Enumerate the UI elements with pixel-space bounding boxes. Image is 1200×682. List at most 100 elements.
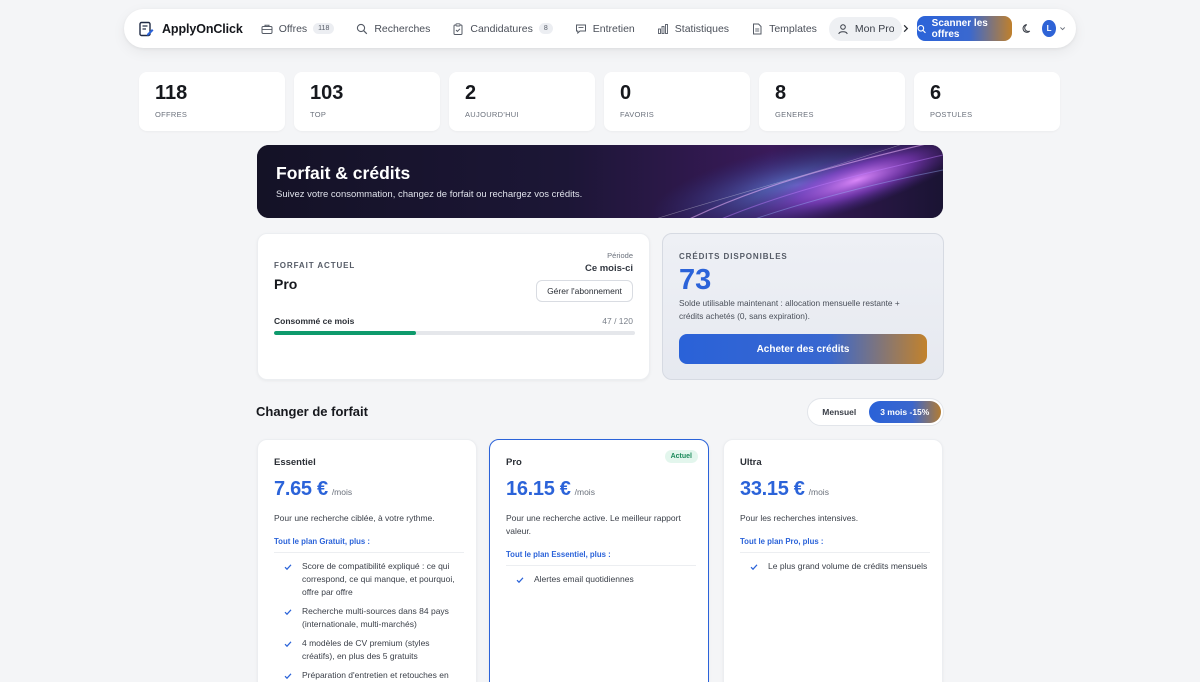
current-plan-card: FORFAIT ACTUEL Pro Période Ce mois-ci Gé… — [257, 233, 650, 380]
billing-quarterly-option[interactable]: 3 mois -15% — [868, 401, 941, 423]
plan-price-amount: 16.15 € — [506, 478, 571, 500]
stat-value: 103 — [310, 82, 344, 104]
stat-label: GENERES — [775, 110, 814, 119]
check-icon — [284, 564, 292, 571]
credits-kicker: CRÉDITS DISPONIBLES — [679, 252, 788, 261]
buy-credits-button[interactable]: Acheter des crédits — [679, 334, 927, 364]
plan-price-amount: 33.15 € — [740, 478, 805, 500]
nav-item-label: Offres — [278, 22, 308, 35]
credits-card: CRÉDITS DISPONIBLES 73 Solde utilisable … — [662, 233, 944, 380]
stat-label: TOP — [310, 110, 327, 119]
status-badge: Actuel — [664, 450, 698, 463]
page-title: Forfait & crédits — [276, 163, 411, 183]
nav-item-label: Statistiques — [674, 22, 730, 35]
stat-value: 0 — [620, 82, 632, 104]
plan-includes: Tout le plan Gratuit, plus : — [274, 537, 464, 553]
list-item: 4 modèles de CV premium (styles créatifs… — [284, 637, 464, 663]
plan-name: Essentiel — [274, 457, 316, 468]
stat-card-top: 103 TOP — [294, 72, 440, 131]
manage-subscription-button[interactable]: Gérer l'abonnement — [536, 280, 633, 302]
plan-price-unit: /mois — [331, 487, 353, 497]
stat-card-favoris: 0 FAVORIS — [604, 72, 750, 131]
billing-monthly-option[interactable]: Mensuel — [810, 401, 869, 423]
check-icon — [284, 609, 292, 616]
bar-chart-icon — [657, 23, 668, 34]
plan-includes: Tout le plan Essentiel, plus : — [506, 550, 696, 566]
consumed-label: Consommé ce mois — [274, 316, 355, 326]
check-icon — [284, 673, 292, 680]
nav-item-label: Recherches — [374, 22, 431, 35]
file-icon — [753, 23, 762, 34]
plan-features: Score de compatibilité expliqué : ce qui… — [284, 560, 464, 682]
plan-description: Pour les recherches intensives. — [740, 513, 859, 523]
list-item: Score de compatibilité expliqué : ce qui… — [284, 560, 464, 599]
nav-item-label: Mon Profil — [854, 22, 895, 35]
plan-card-ultra[interactable]: Ultra 33.15 € /mois Pour les recherches … — [723, 439, 943, 682]
plan-price-unit: /mois — [808, 487, 829, 497]
count-badge: 118 — [313, 23, 335, 34]
nav-item-recherches[interactable]: Recherches — [356, 23, 430, 35]
check-icon — [284, 641, 292, 648]
nav-item-profile[interactable]: Mon Profil — [828, 16, 903, 41]
plan-features: Alertes email quotidiennes — [516, 573, 696, 592]
period-value: Ce mois-ci — [584, 263, 633, 274]
plan-card-pro[interactable]: Pro Actuel 16.15 € /mois Pour une recher… — [489, 439, 709, 682]
stat-label: POSTULES — [930, 110, 973, 119]
nav-item-statistiques[interactable]: Statistiques — [657, 23, 729, 35]
plan-price-amount: 7.65 € — [274, 478, 328, 500]
page-subtitle: Suivez votre consommation, changez de fo… — [276, 189, 583, 200]
stat-card-aujourdhui: 2 AUJOURD'HUI — [449, 72, 595, 131]
top-nav: ApplyOnClick Offres 118 Recherches Candi… — [124, 9, 1076, 48]
stat-value: 2 — [465, 82, 477, 104]
plan-description: Pour une recherche active. Le meilleur r… — [506, 513, 681, 536]
nav-item-templates[interactable]: Templates — [751, 23, 817, 35]
stats-row: 118 OFFRES 103 TOP 2 AUJOURD'HUI 0 FAVOR… — [139, 72, 1060, 131]
check-icon — [750, 564, 758, 571]
plan-name: Ultra — [740, 457, 762, 468]
moon-icon[interactable] — [1022, 21, 1035, 37]
scan-offers-button[interactable]: Scanner les offres — [917, 16, 1012, 41]
stat-label: AUJOURD'HUI — [465, 110, 519, 119]
nav-item-offres[interactable]: Offres 118 — [261, 23, 335, 35]
plan-description: Pour une recherche ciblée, à votre rythm… — [274, 513, 435, 523]
plan-features: Le plus grand volume de crédits mensuels — [750, 560, 930, 579]
search-icon — [357, 23, 368, 34]
plan-card-essentiel[interactable]: Essentiel 7.65 € /mois Pour une recherch… — [257, 439, 477, 682]
brand[interactable]: ApplyOnClick — [138, 21, 243, 37]
plan-price: 16.15 € /mois — [506, 478, 595, 501]
clipboard-icon — [453, 22, 463, 35]
feature-text: Score de compatibilité expliqué : ce qui… — [302, 561, 455, 597]
chevron-down-icon[interactable] — [1059, 24, 1066, 33]
list-item: Alertes email quotidiennes — [516, 573, 696, 586]
stat-value: 118 — [155, 82, 188, 104]
current-plan-name: Pro — [274, 276, 298, 292]
nav-item-candidatures[interactable]: Candidatures 8 — [452, 22, 553, 35]
plan-price: 7.65 € /mois — [274, 478, 352, 501]
scan-offers-label: Scanner les offres — [931, 17, 988, 40]
nav-item-entretien[interactable]: Entretien — [575, 23, 635, 35]
stat-card-postules: 6 POSTULES — [914, 72, 1060, 131]
consumption-progress-fill — [274, 331, 416, 335]
chevron-right-icon[interactable] — [900, 22, 911, 36]
feature-text: Préparation d'entretien et retouches en — [302, 670, 449, 680]
consumed-value: 47 / 120 — [602, 316, 633, 326]
plan-name: Pro — [506, 457, 522, 468]
plan-price: 33.15 € /mois — [740, 478, 829, 501]
stat-value: 6 — [930, 82, 942, 104]
document-pen-icon — [139, 21, 154, 36]
nav-item-label: Candidatures — [470, 22, 533, 35]
current-plan-kicker: FORFAIT ACTUEL — [274, 261, 356, 270]
stat-label: OFFRES — [155, 110, 188, 119]
count-badge: 8 — [538, 23, 553, 34]
feature-text: Le plus grand volume de crédits mensuels — [768, 561, 928, 571]
stat-card-offres: 118 OFFRES — [139, 72, 285, 131]
stat-value: 8 — [775, 82, 787, 104]
avatar[interactable]: L — [1042, 20, 1056, 37]
credits-value: 73 — [679, 264, 712, 296]
nav-item-label: Templates — [769, 22, 817, 35]
list-item: Le plus grand volume de crédits mensuels — [750, 560, 930, 573]
plan-price-unit: /mois — [574, 487, 595, 497]
brand-name: ApplyOnClick — [162, 21, 243, 36]
briefcase-icon — [261, 24, 273, 34]
period-label: Période — [607, 251, 633, 260]
